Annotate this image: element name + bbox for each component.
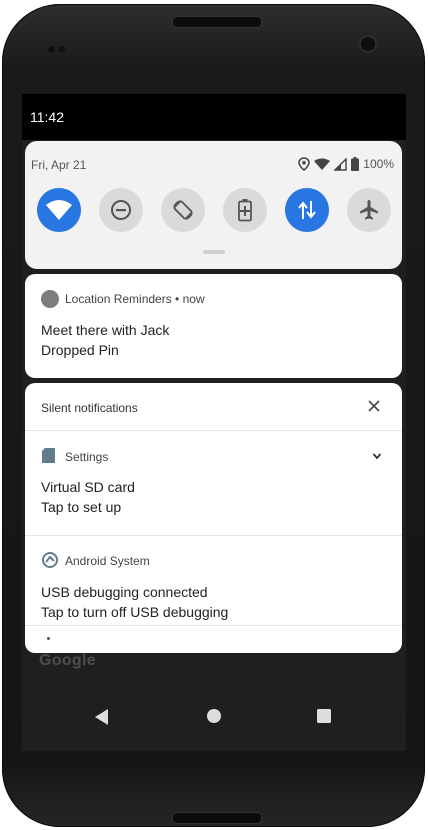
wifi-tile[interactable] xyxy=(37,188,81,232)
airplane-icon xyxy=(360,200,378,220)
notification-app-line: Location Reminders • now xyxy=(65,292,205,306)
qs-status-icons: 100% xyxy=(298,156,394,172)
top-speaker xyxy=(172,16,262,28)
status-time: 11:42 xyxy=(30,109,64,125)
android-system-icon xyxy=(42,552,58,568)
drag-handle[interactable] xyxy=(203,250,225,254)
divider xyxy=(25,625,402,626)
quick-settings-panel: Fri, Apr 21 100% xyxy=(25,141,402,269)
google-logo: Google xyxy=(39,652,96,669)
cell-signal-icon xyxy=(334,157,347,171)
notification-text: Dropped Pin xyxy=(41,342,119,358)
wifi-signal-icon xyxy=(314,158,331,170)
app-icon xyxy=(41,290,59,308)
close-icon[interactable] xyxy=(365,397,383,415)
auto-rotate-tile[interactable] xyxy=(161,188,205,232)
navigation-bar xyxy=(22,690,406,746)
battery-saver-tile[interactable] xyxy=(223,188,267,232)
silent-notifications-card: Silent notifications Settings Virtual SD… xyxy=(25,383,402,653)
chevron-down-icon[interactable] xyxy=(371,450,383,462)
settings-notification-title: Virtual SD card xyxy=(41,479,135,495)
auto-rotate-icon xyxy=(173,200,193,220)
battery-icon xyxy=(351,157,360,171)
front-camera xyxy=(359,35,377,53)
qs-date: Fri, Apr 21 xyxy=(31,158,87,172)
android-system-notification-title: USB debugging connected xyxy=(41,584,208,600)
battery-percentage: 100% xyxy=(363,157,394,171)
settings-notification-text: Tap to set up xyxy=(41,499,122,515)
home-icon[interactable] xyxy=(206,708,222,724)
front-sensors xyxy=(48,40,68,53)
do-not-disturb-icon xyxy=(111,200,131,220)
divider xyxy=(25,430,402,431)
battery-saver-icon xyxy=(238,199,252,222)
sd-card-icon xyxy=(42,448,55,463)
do-not-disturb-tile[interactable] xyxy=(99,188,143,232)
android-system-app-name: Android System xyxy=(65,554,150,568)
bottom-speaker xyxy=(172,812,262,824)
location-icon xyxy=(298,157,311,171)
back-icon[interactable] xyxy=(94,708,110,726)
screen: Google 11:42 Fri, Apr 21 100% Location R… xyxy=(22,94,406,751)
location-reminder-notification[interactable]: Location Reminders • now Meet there with… xyxy=(25,274,402,378)
data-transfer-icon xyxy=(298,201,316,219)
silent-section-header: Silent notifications xyxy=(41,401,138,415)
status-bar: 11:42 xyxy=(22,94,406,140)
divider xyxy=(25,535,402,536)
overflow-dot xyxy=(47,637,50,640)
wifi-icon xyxy=(46,200,72,220)
notification-title: Meet there with Jack xyxy=(41,322,170,338)
airplane-mode-tile[interactable] xyxy=(347,188,391,232)
android-system-notification-text: Tap to turn off USB debugging xyxy=(41,604,229,620)
recent-apps-icon[interactable] xyxy=(316,708,332,724)
mobile-data-tile[interactable] xyxy=(285,188,329,232)
settings-app-name: Settings xyxy=(65,450,109,464)
